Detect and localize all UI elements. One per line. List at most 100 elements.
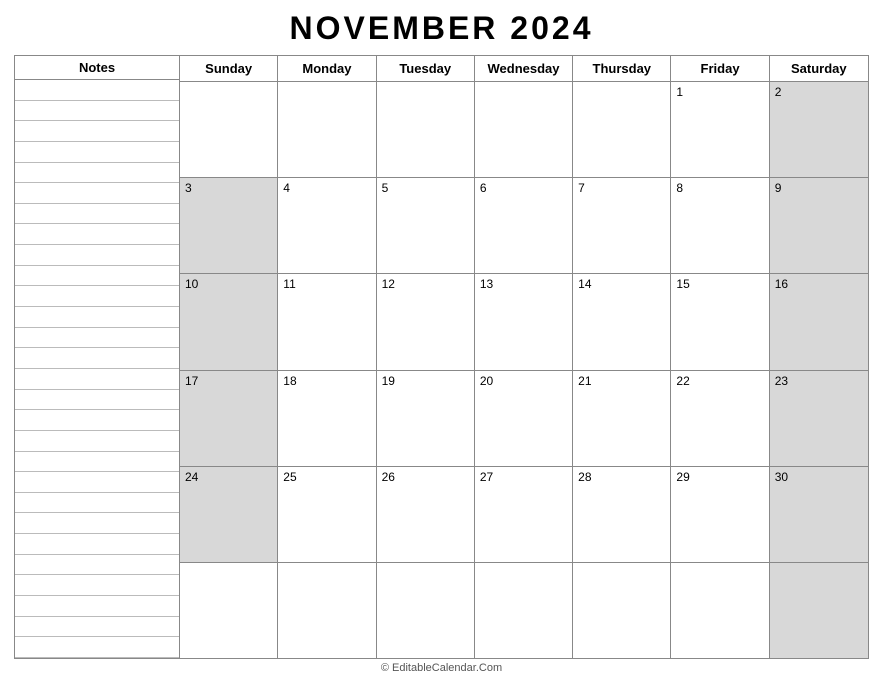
notes-line <box>15 224 179 245</box>
calendar-cell: 2 <box>770 82 868 177</box>
notes-line <box>15 163 179 184</box>
calendar-cell: 7 <box>573 178 671 273</box>
calendar-cell <box>180 563 278 658</box>
day-number: 14 <box>578 277 591 291</box>
footer: © EditableCalendar.Com <box>14 659 869 674</box>
calendar-cell <box>475 563 573 658</box>
calendar-cell: 14 <box>573 274 671 369</box>
notes-line <box>15 596 179 617</box>
notes-line <box>15 80 179 101</box>
calendar-cell: 15 <box>671 274 769 369</box>
calendar-section: SundayMondayTuesdayWednesdayThursdayFrid… <box>179 55 869 659</box>
day-number: 19 <box>382 374 395 388</box>
calendar-cell <box>475 82 573 177</box>
day-number: 15 <box>676 277 689 291</box>
notes-header: Notes <box>15 56 179 80</box>
calendar-cell: 18 <box>278 371 376 466</box>
calendar-page: NOVEMBER 2024 Notes SundayMondayTuesdayW… <box>0 0 883 682</box>
calendar-cell: 25 <box>278 467 376 562</box>
calendar-cell <box>377 82 475 177</box>
notes-section: Notes <box>14 55 179 659</box>
notes-line <box>15 575 179 596</box>
notes-line <box>15 266 179 287</box>
calendar-cell: 8 <box>671 178 769 273</box>
notes-line <box>15 431 179 452</box>
calendar-cell: 3 <box>180 178 278 273</box>
notes-line <box>15 555 179 576</box>
notes-line <box>15 245 179 266</box>
calendar-cell <box>278 82 376 177</box>
notes-line <box>15 142 179 163</box>
day-number: 22 <box>676 374 689 388</box>
calendar-cell: 19 <box>377 371 475 466</box>
calendar-cell: 17 <box>180 371 278 466</box>
notes-line <box>15 472 179 493</box>
day-header: Tuesday <box>377 56 475 81</box>
notes-line <box>15 452 179 473</box>
calendar-row <box>180 563 868 658</box>
calendar-cell: 26 <box>377 467 475 562</box>
calendar-cell <box>278 563 376 658</box>
notes-line <box>15 183 179 204</box>
day-number: 11 <box>283 277 295 291</box>
calendar-cell: 28 <box>573 467 671 562</box>
day-number: 21 <box>578 374 591 388</box>
day-number: 18 <box>283 374 296 388</box>
day-number: 2 <box>775 85 782 99</box>
notes-line <box>15 513 179 534</box>
content-area: Notes SundayMondayTuesdayWednesdayThursd… <box>14 55 869 659</box>
calendar-cell: 9 <box>770 178 868 273</box>
notes-line <box>15 204 179 225</box>
calendar-row: 17 18 19 20 21 22 23 <box>180 371 868 467</box>
notes-lines <box>15 80 179 658</box>
calendar-cell <box>671 563 769 658</box>
day-number: 1 <box>676 85 683 99</box>
day-number: 6 <box>480 181 487 195</box>
calendar-row: 12 <box>180 82 868 178</box>
calendar-cell <box>377 563 475 658</box>
calendar-cell: 1 <box>671 82 769 177</box>
notes-line <box>15 121 179 142</box>
calendar-cell: 16 <box>770 274 868 369</box>
calendar-row: 24 25 26 272829 30 <box>180 467 868 563</box>
day-number: 8 <box>676 181 683 195</box>
notes-line <box>15 307 179 328</box>
day-number: 23 <box>775 374 788 388</box>
notes-line <box>15 637 179 658</box>
notes-line <box>15 369 179 390</box>
calendar-row: 10 11 12 13 14 15 16 <box>180 274 868 370</box>
day-header: Thursday <box>573 56 671 81</box>
day-number: 20 <box>480 374 493 388</box>
day-number: 5 <box>382 181 389 195</box>
notes-line <box>15 410 179 431</box>
day-header: Friday <box>671 56 769 81</box>
notes-line <box>15 101 179 122</box>
day-number: 3 <box>185 181 192 195</box>
calendar-cell: 30 <box>770 467 868 562</box>
calendar-cell: 21 <box>573 371 671 466</box>
notes-line <box>15 328 179 349</box>
notes-line <box>15 534 179 555</box>
calendar-cell: 11 <box>278 274 376 369</box>
calendar-cell: 29 <box>671 467 769 562</box>
calendar-title: NOVEMBER 2024 <box>14 10 869 47</box>
day-number: 24 <box>185 470 198 484</box>
calendar-cell: 10 <box>180 274 278 369</box>
calendar-row: 3 4 5 6 78 9 <box>180 178 868 274</box>
notes-line <box>15 390 179 411</box>
day-header: Saturday <box>770 56 868 81</box>
day-number: 30 <box>775 470 788 484</box>
day-header: Sunday <box>180 56 278 81</box>
calendar-cell: 6 <box>475 178 573 273</box>
day-number: 13 <box>480 277 493 291</box>
day-number: 16 <box>775 277 788 291</box>
day-number: 25 <box>283 470 296 484</box>
calendar-cell: 27 <box>475 467 573 562</box>
notes-line <box>15 348 179 369</box>
day-number: 9 <box>775 181 782 195</box>
day-number: 26 <box>382 470 395 484</box>
day-number: 17 <box>185 374 198 388</box>
calendar-cell: 12 <box>377 274 475 369</box>
day-number: 4 <box>283 181 290 195</box>
calendar-cell: 4 <box>278 178 376 273</box>
